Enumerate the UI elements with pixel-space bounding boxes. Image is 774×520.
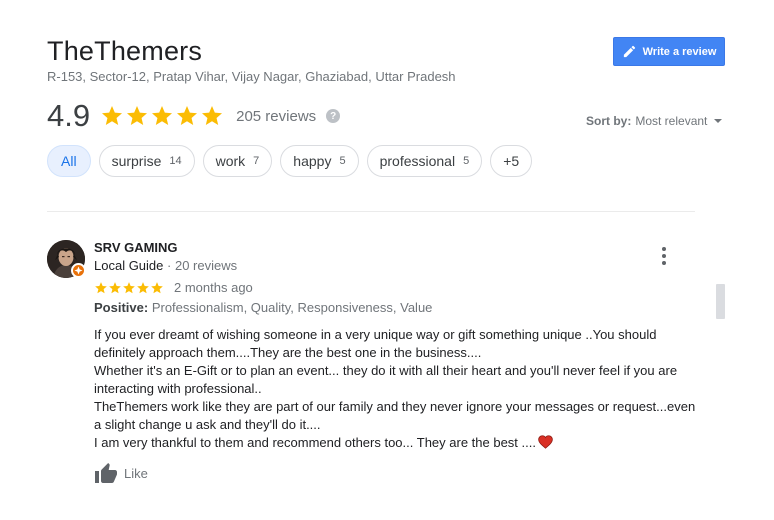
filter-chip-surprise[interactable]: surprise 14 <box>98 145 195 177</box>
star-icon <box>151 281 163 293</box>
filter-chip-all[interactable]: All <box>47 145 91 177</box>
reviewer-review-count: 20 reviews <box>174 258 238 273</box>
scrollbar-thumb[interactable] <box>716 284 725 319</box>
star-icon <box>127 106 148 125</box>
total-reviews: 205 reviews <box>236 107 317 125</box>
dot-icon <box>662 261 666 265</box>
write-review-button[interactable]: Write a review <box>613 37 725 66</box>
filter-chip-happy[interactable]: happy 5 <box>280 145 359 177</box>
filter-chip-professional[interactable]: professional 5 <box>366 145 483 177</box>
help-icon[interactable]: ? <box>326 109 341 123</box>
review-paragraph: Whether it's an E-Gift or to plan an eve… <box>94 363 678 396</box>
average-rating: 4.9 <box>47 98 91 133</box>
chip-count: 5 <box>339 155 346 167</box>
review-paragraph-text: I am very thankful to them and recommend… <box>94 435 536 450</box>
sort-label: Sort by: <box>586 114 632 128</box>
meta-separator: · <box>167 258 175 273</box>
more-options-button[interactable] <box>654 246 674 266</box>
filter-chip-work[interactable]: work 7 <box>202 145 273 177</box>
star-icon <box>152 106 173 125</box>
heart-icon <box>538 435 553 454</box>
review-stars <box>94 281 164 295</box>
business-address: R-153, Sector-12, Pratap Vihar, Vijay Na… <box>47 69 456 84</box>
star-icon <box>123 281 135 293</box>
chip-label: surprise <box>111 153 162 169</box>
chevron-down-icon <box>714 119 723 123</box>
chip-count: 5 <box>463 155 470 167</box>
like-label: Like <box>124 465 148 481</box>
reviewer-meta: Local Guide · 20 reviews <box>94 258 237 273</box>
chip-label: happy <box>293 153 332 169</box>
review-paragraph-last: I am very thankful to them and recommend… <box>94 434 704 454</box>
like-button[interactable]: Like <box>94 462 148 484</box>
chip-label: professional <box>379 153 456 169</box>
positive-values: Professionalism, Quality, Responsiveness… <box>151 300 433 315</box>
star-icon <box>109 281 121 293</box>
star-icon <box>137 281 149 293</box>
positive-label: Positive: <box>94 300 149 315</box>
review-text: If you ever dreamt of wishing someone in… <box>94 326 704 454</box>
divider <box>47 211 695 212</box>
chip-label: work <box>215 153 246 169</box>
reviewer-name[interactable]: SRV GAMING <box>94 240 178 255</box>
filter-chips: All surprise 14 work 7 happy 5 professio… <box>47 145 533 177</box>
business-title: TheThemers <box>47 36 203 66</box>
write-review-label: Write a review <box>642 45 717 58</box>
chip-label: All <box>61 153 77 169</box>
positive-attributes: Positive: Professionalism, Quality, Resp… <box>94 300 432 315</box>
chip-label: +5 <box>503 153 520 169</box>
local-guide-badge-icon <box>71 263 86 278</box>
star-icon <box>95 281 107 293</box>
review-paragraph: TheThemers work like they are part of ou… <box>94 399 696 432</box>
review-rating-row: 2 months ago <box>94 280 253 295</box>
star-icon <box>202 106 223 125</box>
star-icon <box>177 106 198 125</box>
chip-count: 7 <box>253 155 260 167</box>
rating-stars <box>100 104 224 128</box>
dot-icon <box>662 247 666 251</box>
star-icon <box>102 106 123 125</box>
sort-dropdown[interactable]: Sort by: Most relevant <box>586 114 723 128</box>
thumbs-up-icon <box>95 463 117 483</box>
rating-summary: 4.9 205 reviews ? <box>47 98 341 134</box>
dot-icon <box>662 254 666 258</box>
review-date: 2 months ago <box>174 280 253 295</box>
sort-value: Most relevant <box>635 114 708 128</box>
pencil-icon <box>623 45 635 58</box>
review-paragraph: If you ever dreamt of wishing someone in… <box>94 327 657 360</box>
chip-count: 14 <box>169 155 182 167</box>
filter-chip-more[interactable]: +5 <box>490 145 533 177</box>
local-guide-label: Local Guide <box>94 258 164 273</box>
